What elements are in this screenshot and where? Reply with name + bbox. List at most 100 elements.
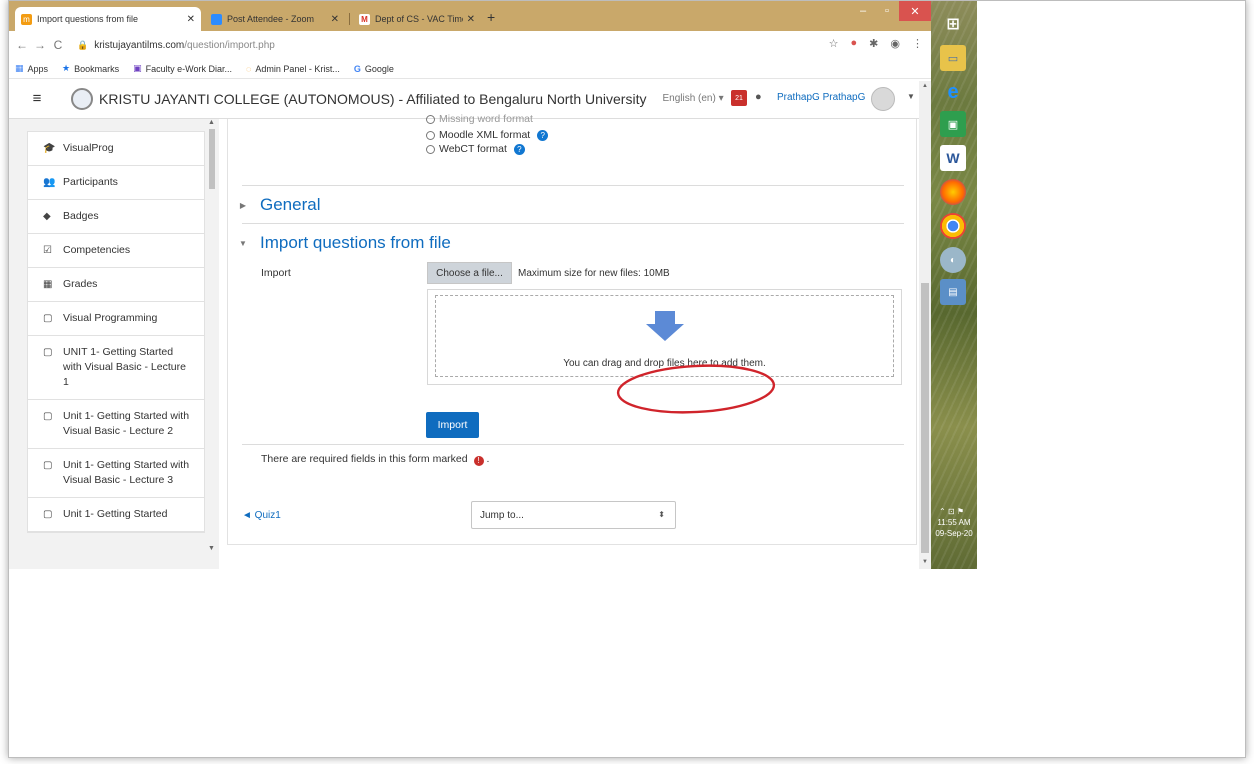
tab-title: Post Attendee - Zoom	[227, 14, 315, 24]
shield-icon: ◆	[43, 211, 51, 222]
tab-zoom[interactable]: Post Attendee - Zoom ✕	[205, 7, 345, 31]
chrome-icon[interactable]	[940, 213, 966, 239]
jump-to-select[interactable]: Jump to... ⬍	[471, 501, 676, 529]
back-icon[interactable]: ←	[13, 38, 31, 52]
scroll-down-icon[interactable]: ▼	[922, 559, 928, 565]
format-option-moodle-xml[interactable]: Moodle XML format?	[426, 129, 549, 141]
import-button[interactable]: Import	[426, 412, 479, 438]
chevron-down-icon[interactable]: ▼	[907, 92, 915, 101]
caret-right-icon: ▶	[239, 200, 247, 210]
taskbar-clock[interactable]: 11:55 AM 09-Sep-20	[933, 517, 975, 539]
folder-icon: ▢	[43, 347, 53, 358]
sidebar-item-unit1-getting-started[interactable]: ▢ Unit 1- Getting Started	[28, 498, 204, 532]
tab-import-questions[interactable]: m Import questions from file ✕	[15, 7, 201, 31]
drop-area[interactable]: You can drag and drop files here to add …	[435, 295, 894, 377]
browser-toolbar: ← → C 🔒 kristujayantilms.com/question/im…	[9, 31, 931, 59]
drawer-scrollbar[interactable]: ▲ ▼	[207, 119, 217, 569]
language-menu[interactable]: English (en) ▾	[662, 93, 723, 104]
choose-file-button[interactable]: Choose a file...	[427, 262, 512, 284]
star-icon: ★	[62, 63, 71, 73]
file-drop-zone[interactable]: You can drag and drop files here to add …	[427, 289, 902, 385]
download-arrow-icon	[646, 311, 684, 341]
scroll-up-icon[interactable]: ▲	[922, 83, 928, 89]
bookmark-faculty-ework[interactable]: ▣ Faculty e-Work Diar...	[133, 63, 232, 74]
new-tab-button[interactable]: +	[487, 9, 495, 25]
user-menu-name[interactable]: PrathapG PrathapG	[777, 92, 865, 103]
firefox-icon[interactable]	[940, 179, 966, 205]
file-explorer-icon[interactable]: ▭	[940, 45, 966, 71]
close-window-icon[interactable]: ✕	[899, 1, 931, 21]
radio-button[interactable]	[426, 144, 435, 154]
system-tray-icons[interactable]: ⌃ ⊡ ⚑	[939, 507, 964, 516]
bookmark-google[interactable]: G Google	[354, 64, 394, 74]
sidebar-item-participants[interactable]: 👥 Participants	[28, 166, 204, 200]
sidebar-item-grades[interactable]: ▦ Grades	[28, 268, 204, 302]
scrollbar-thumb[interactable]	[209, 129, 215, 189]
messages-icon[interactable]: ●	[755, 91, 762, 103]
drawer-list: 🎓 VisualProg 👥 Participants ◆ Badges ☑ Compe…	[27, 131, 205, 533]
previous-activity-link[interactable]: ◄ Quiz1	[242, 510, 281, 521]
scrollbar-thumb[interactable]	[921, 283, 929, 553]
windows-taskbar: ⊞ ▭ e ▣ W ◐ ▤ ⌃ ⊡ ⚑ 11:55 AM 09-Sep-20	[931, 1, 977, 569]
folder-icon: ▢	[43, 509, 53, 520]
forward-icon[interactable]: →	[31, 38, 49, 52]
radio-button[interactable]	[426, 114, 435, 124]
college-logo[interactable]	[71, 87, 93, 110]
close-tab-icon[interactable]: ✕	[187, 14, 195, 25]
sidebar-item-competencies[interactable]: ☑ Competencies	[28, 234, 204, 268]
bookmarks-bar: ▦ Apps ★ Bookmarks ▣ Faculty e-Work Diar...…	[9, 59, 931, 79]
help-icon[interactable]: ?	[537, 129, 549, 141]
format-option-missing-word[interactable]: Missing word format	[426, 113, 533, 125]
image-viewer-icon[interactable]: ▤	[940, 279, 966, 305]
address-bar[interactable]: 🔒 kristujayantilms.com/question/import.p…	[77, 35, 517, 55]
tab-gmail[interactable]: M Dept of CS - VAC Time table - 4… ✕	[353, 7, 481, 31]
store-icon[interactable]: ▣	[940, 111, 966, 137]
reload-icon[interactable]: C	[49, 38, 67, 52]
moodle-icon: ◌	[246, 63, 252, 74]
bookmark-apps[interactable]: ▦ Apps	[15, 63, 48, 74]
sidebar-item-unit1-lecture3[interactable]: ▢ Unit 1- Getting Started with Visual Bas…	[28, 449, 204, 498]
gmail-favicon: M	[359, 13, 370, 25]
hamburger-menu-icon[interactable]: ≡	[25, 87, 49, 111]
format-option-webct[interactable]: WebCT format?	[426, 143, 525, 155]
tab-strip: m Import questions from file ✕ Post Atte…	[9, 1, 931, 31]
scroll-up-icon[interactable]: ▲	[208, 119, 215, 126]
scroll-down-icon[interactable]: ▼	[208, 545, 215, 552]
avatar[interactable]	[871, 87, 895, 111]
required-fields-note: There are required fields in this form m…	[261, 453, 490, 466]
section-import-questions[interactable]: ▼ Import questions from file	[236, 233, 451, 253]
sidebar-item-badges[interactable]: ◆ Badges	[28, 200, 204, 234]
extensions-icon[interactable]: ✱	[869, 37, 878, 50]
graduation-cap-icon: 🎓	[43, 143, 56, 154]
calendar-icon: ▣	[133, 63, 142, 73]
internet-explorer-icon[interactable]: e	[940, 79, 966, 105]
sidebar-item-visualprog[interactable]: 🎓 VisualProg	[28, 132, 204, 166]
profile-icon[interactable]: ◉	[890, 37, 900, 50]
minimize-icon[interactable]: –	[851, 1, 875, 21]
close-tab-icon[interactable]: ✕	[467, 14, 475, 25]
page-scrollbar[interactable]: ▲ ▼	[919, 81, 931, 569]
windows-start-icon[interactable]: ⊞	[940, 11, 966, 37]
section-general[interactable]: ▶ General	[236, 195, 321, 215]
radio-button[interactable]	[426, 130, 435, 140]
sidebar-item-unit1-lecture2[interactable]: ▢ Unit 1- Getting Started with Visual Bas…	[28, 400, 204, 449]
bookmark-bookmarks[interactable]: ★ Bookmarks	[62, 63, 119, 74]
notifications-icon[interactable]: 21	[731, 90, 747, 106]
section-title: General	[260, 195, 321, 214]
bookmark-admin-panel[interactable]: ◌ Admin Panel - Krist...	[246, 64, 340, 74]
star-icon[interactable]: ☆	[829, 37, 839, 50]
sidebar-item-unit1-lecture1[interactable]: ▢ UNIT 1- Getting Started with Visual Bas…	[28, 336, 204, 400]
maximize-icon[interactable]: ▫	[875, 1, 899, 21]
max-size-text: Maximum size for new files: 10MB	[518, 268, 670, 279]
drop-hint-text: You can drag and drop files here to add …	[563, 358, 766, 369]
media-player-icon[interactable]: ◐	[940, 247, 966, 273]
adblock-icon[interactable]: ●	[851, 37, 858, 50]
menu-kebab-icon[interactable]: ⋮	[912, 37, 923, 50]
help-icon[interactable]: ?	[513, 143, 525, 155]
sidebar-item-visual-programming[interactable]: ▢ Visual Programming	[28, 302, 204, 336]
browser-extension-icons: ☆ ● ✱ ◉ ⋮	[829, 37, 923, 50]
word-icon[interactable]: W	[940, 145, 966, 171]
close-tab-icon[interactable]: ✕	[331, 14, 339, 25]
folder-icon: ▢	[43, 460, 53, 471]
site-name[interactable]: KRISTU JAYANTI COLLEGE (AUTONOMOUS) - Af…	[99, 91, 646, 107]
